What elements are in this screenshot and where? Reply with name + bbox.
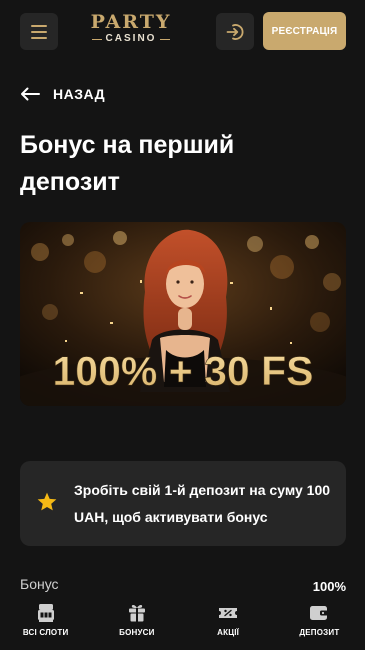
bonus-row: Бонус 100%	[20, 576, 346, 596]
slot-machine-icon	[35, 603, 57, 623]
logo-subline: CASINO	[86, 32, 176, 46]
deposit-info-text: Зробіть свій 1-й депозит на суму 100 UAH…	[74, 482, 331, 525]
login-button[interactable]	[216, 13, 254, 50]
bonus-value: 100%	[312, 579, 346, 594]
gift-icon	[126, 603, 148, 623]
top-header: PARTY CASINO РЕЄСТРАЦІЯ	[0, 0, 365, 62]
logo-subtext: CASINO	[105, 33, 157, 44]
banner-headline: 100% + 30 FS	[53, 348, 314, 394]
hamburger-icon-line	[31, 36, 47, 39]
back-label: НАЗАД	[53, 86, 106, 102]
nav-item-deposit[interactable]: ДЕПОЗИТ	[274, 597, 365, 650]
casino-logo[interactable]: PARTY CASINO	[86, 12, 176, 50]
logo-divider	[160, 38, 171, 40]
menu-button[interactable]	[20, 13, 58, 50]
page-title: Бонус на перший депозит	[20, 131, 235, 196]
nav-item-promotions[interactable]: АКЦІЇ	[183, 597, 274, 650]
bonus-label: Бонус	[20, 576, 59, 592]
banner-image: 100% + 30 FS	[20, 222, 346, 406]
arrow-left-icon	[21, 87, 40, 101]
bonus-banner: 100% + 30 FS	[20, 222, 346, 406]
hamburger-icon-line	[31, 30, 47, 33]
deposit-info-card: Зробіть свій 1-й депозит на суму 100 UAH…	[20, 461, 346, 546]
promo-ticket-icon	[217, 603, 239, 623]
nav-label: АКЦІЇ	[217, 628, 240, 637]
register-button[interactable]: РЕЄСТРАЦІЯ	[263, 12, 346, 50]
logo-wordmark: PARTY	[90, 11, 172, 33]
wallet-icon	[308, 603, 330, 623]
back-link[interactable]: НАЗАД	[20, 84, 105, 104]
nav-label: ДЕПОЗИТ	[299, 628, 340, 637]
nav-label: ВСІ СЛОТИ	[22, 628, 69, 637]
nav-label: БОНУСИ	[119, 628, 155, 637]
hamburger-icon-line	[31, 24, 47, 27]
nav-item-bonuses[interactable]: БОНУСИ	[91, 597, 182, 650]
bonus-page: PARTY CASINO РЕЄСТРАЦІЯ НАЗАД Бонус на п…	[0, 0, 365, 650]
logo-divider	[91, 38, 102, 40]
bottom-nav: ВСІ СЛОТИ БОНУСИ АКЦІЇ ДЕПОЗИТ	[0, 597, 365, 650]
login-icon	[226, 23, 244, 40]
nav-item-all-slots[interactable]: ВСІ СЛОТИ	[0, 597, 91, 650]
star-icon	[37, 492, 57, 511]
